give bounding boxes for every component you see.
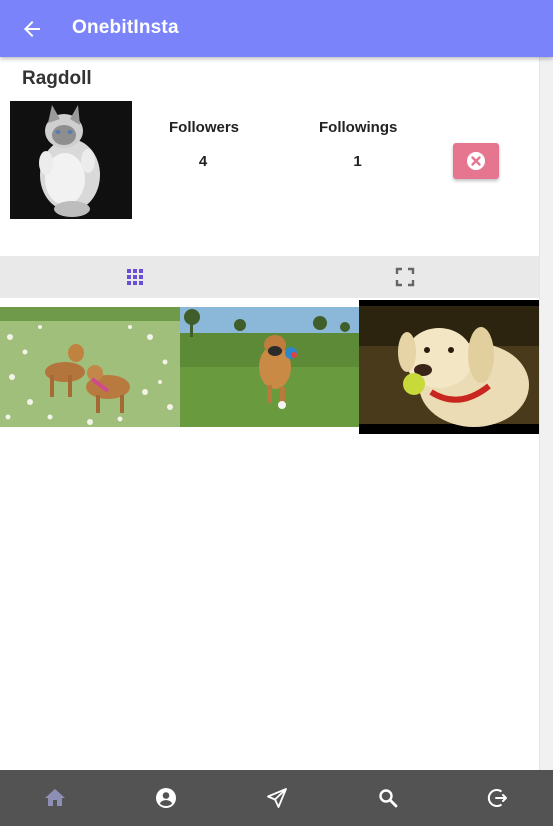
photo-thumbnail-2[interactable] (180, 307, 359, 427)
app-bar: OnebitInsta (0, 0, 553, 57)
profile-page: Ragdoll Followers 4 Followings 1 (0, 57, 539, 770)
profile-username: Ragdoll (22, 68, 92, 89)
unfollow-button[interactable] (453, 143, 499, 179)
nav-home[interactable] (43, 786, 67, 810)
photo-thumbnail-1[interactable] (0, 307, 180, 427)
arrow-left-icon (24, 21, 40, 37)
back-button[interactable] (20, 17, 44, 41)
followers-label: Followers (169, 119, 240, 136)
home-icon (45, 789, 65, 806)
followers-count: 4 (198, 153, 208, 170)
nav-logout[interactable] (486, 786, 510, 810)
tab-grid[interactable] (0, 256, 270, 298)
avatar (10, 101, 132, 219)
nav-search[interactable] (376, 786, 400, 810)
nav-send[interactable] (265, 786, 289, 810)
scrollbar[interactable] (539, 57, 553, 770)
logout-icon (487, 789, 507, 807)
view-tabs (0, 256, 539, 298)
search-icon (379, 789, 398, 808)
nav-profile[interactable] (154, 786, 178, 810)
send-icon (267, 788, 287, 808)
followings-label: Followings (319, 119, 398, 136)
fullscreen-icon (395, 267, 415, 287)
account-icon (156, 788, 176, 808)
close-circle-icon (467, 152, 485, 170)
followings-count: 1 (353, 153, 362, 170)
tab-fullscreen[interactable] (270, 256, 539, 298)
photo-thumbnail-3[interactable] (359, 300, 539, 434)
bottom-navigation (0, 770, 553, 826)
app-title: OnebitInsta (72, 17, 179, 38)
grid-icon (127, 269, 143, 285)
